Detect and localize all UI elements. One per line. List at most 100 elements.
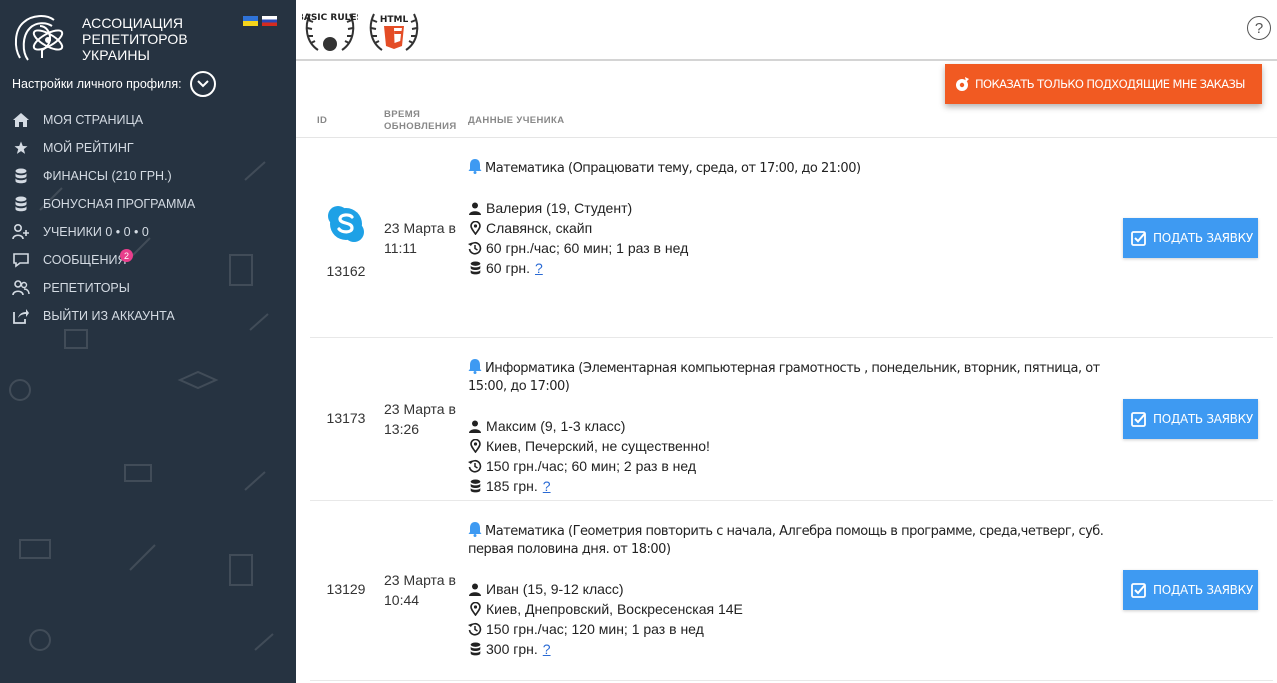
sidebar-menu: Моя страница Мой рейтинг Финансы (210 гр…: [0, 106, 296, 330]
home-icon: [12, 111, 30, 129]
bell-icon: [468, 159, 482, 174]
order-updated-time: 23 Марта в 10:44: [384, 570, 466, 610]
database-icon: [12, 195, 30, 213]
price-info: 185 грн.: [486, 478, 538, 494]
history-icon: [468, 241, 482, 255]
updated-date: 23 Марта в: [384, 401, 456, 417]
html5-badge-icon[interactable]: HTML: [366, 2, 422, 57]
student-line: Валерия (19, Студент): [468, 198, 1113, 218]
student-data: Математика (Опрацювати тему, среда, от 1…: [468, 158, 1113, 278]
sidebar-item-label: Сообщения: [43, 253, 127, 267]
table-row: 13129 23 Марта в 10:44 Математика (Геоме…: [310, 501, 1273, 681]
updated-date: 23 Марта в: [384, 572, 456, 588]
sidebar-item-my-page[interactable]: Моя страница: [0, 106, 296, 134]
profile-settings-label: Настройки личного профиля:: [12, 77, 182, 91]
price-line: 60 грн.?: [468, 258, 1113, 278]
student-info: Иван (15, 9-12 класс): [486, 581, 624, 597]
column-header-updated: Время обновления: [384, 109, 457, 133]
bell-icon: [468, 359, 482, 374]
user-icon: [468, 419, 482, 433]
order-details: Иван (15, 9-12 класс) Киев, Днепровский,…: [468, 579, 1113, 659]
star-icon: [12, 139, 30, 157]
student-info: Максим (9, 1-3 класс): [486, 418, 626, 434]
student-line: Максим (9, 1-3 класс): [468, 416, 1113, 436]
brand-logo[interactable]: Ассоциация репетиторов Украины: [10, 10, 290, 70]
users-icon: [12, 279, 30, 297]
apply-button-label: Подать заявку: [1153, 412, 1253, 426]
schedule-line: 60 грн./час; 60 мин; 1 раз в нед: [468, 238, 1113, 258]
updated-time: 13:26: [384, 421, 420, 437]
brand-line-2: репетиторов: [82, 31, 188, 47]
student-data: Информатика (Элементарная компьютерная г…: [468, 358, 1113, 496]
database-icon: [468, 261, 482, 275]
sidebar-item-logout[interactable]: Выйти из аккаунта: [0, 302, 296, 330]
location-info: Киев, Днепровский, Воскресенская 14Е: [486, 601, 743, 617]
sidebar-item-label: Репетиторы: [43, 281, 130, 295]
price-line: 300 грн.?: [468, 639, 1113, 659]
profile-settings-toggle[interactable]: [189, 71, 216, 97]
map-pin-icon: [468, 221, 482, 235]
sidebar-item-students[interactable]: Ученики 0 • 0 • 0: [0, 218, 296, 246]
sidebar-item-tutors[interactable]: Репетиторы: [0, 274, 296, 302]
refresh-icon: [956, 77, 969, 91]
price-help-link[interactable]: ?: [543, 639, 551, 659]
brand-line-3: Украины: [82, 47, 151, 63]
table-row: 13162 23 Марта в 11:11 Математика (Опрац…: [310, 138, 1273, 338]
apply-button[interactable]: Подать заявку: [1123, 218, 1258, 258]
association-logo-icon: [14, 15, 64, 61]
basic-rules-badge-icon[interactable]: BASIC RULES: [302, 2, 358, 57]
messages-count-badge: 2: [120, 249, 133, 262]
ukrainian-flag-icon[interactable]: [243, 16, 258, 26]
checkbox-icon: [1131, 583, 1146, 598]
schedule-line: 150 грн./час; 120 мин; 1 раз в нед: [468, 619, 1113, 639]
sidebar-item-finances[interactable]: Финансы (210 грн.): [0, 162, 296, 190]
sidebar-item-bonus[interactable]: Бонусная программа: [0, 190, 296, 218]
sidebar-item-messages[interactable]: Сообщения 2: [0, 246, 296, 274]
column-header-updated-line1: Время: [384, 109, 421, 120]
checkbox-icon: [1131, 231, 1146, 246]
updated-time: 11:11: [384, 240, 417, 256]
brand-name: Ассоциация репетиторов Украины: [82, 15, 188, 63]
user-icon: [468, 201, 482, 215]
history-icon: [468, 459, 482, 473]
add-user-icon: [12, 223, 30, 241]
background-doodles: [9, 161, 274, 651]
column-header-updated-line2: обновления: [384, 121, 457, 132]
apply-button[interactable]: Подать заявку: [1123, 570, 1258, 610]
sidebar-item-rating[interactable]: Мой рейтинг: [0, 134, 296, 162]
russian-flag-icon[interactable]: [262, 16, 277, 26]
location-info: Киев, Печерский, не существенно!: [486, 438, 710, 454]
apply-button-label: Подать заявку: [1153, 583, 1253, 597]
price-line: 185 грн.?: [468, 476, 1113, 496]
skype-icon: [328, 206, 364, 242]
sidebar-item-label: Финансы (210 грн.): [43, 169, 172, 183]
order-id: 13129: [326, 581, 366, 597]
profile-settings: Настройки личного профиля:: [12, 71, 216, 97]
order-details: Валерия (19, Студент) Славянск, скайп 60…: [468, 198, 1113, 278]
order-subject-text: Информатика (Элементарная компьютерная г…: [468, 361, 1100, 394]
history-icon: [468, 622, 482, 636]
database-icon: [468, 642, 482, 656]
language-switcher: [243, 16, 277, 26]
help-icon: ?: [1254, 19, 1264, 37]
order-id: 13162: [326, 263, 366, 279]
price-info: 60 грн.: [486, 260, 530, 276]
apply-button[interactable]: Подать заявку: [1123, 399, 1258, 439]
student-line: Иван (15, 9-12 класс): [468, 579, 1113, 599]
location-line: Славянск, скайп: [468, 218, 1113, 238]
order-subject: Математика (Опрацювати тему, среда, от 1…: [468, 158, 1113, 178]
order-subject: Математика (Геометрия повторить с начала…: [468, 521, 1113, 559]
sidebar: Ассоциация репетиторов Украины Настройки…: [0, 0, 296, 683]
show-matching-orders-button[interactable]: Показать только подходящие мне заказы: [945, 64, 1262, 104]
apply-button-label: Подать заявку: [1153, 231, 1253, 245]
help-button[interactable]: ?: [1247, 16, 1271, 40]
student-info: Валерия (19, Студент): [486, 200, 633, 216]
schedule-line: 150 грн./час; 60 мин; 2 раз в нед: [468, 456, 1113, 476]
location-line: Киев, Печерский, не существенно!: [468, 436, 1113, 456]
price-help-link[interactable]: ?: [543, 476, 551, 496]
order-updated-time: 23 Марта в 11:11: [384, 218, 466, 258]
price-help-link[interactable]: ?: [535, 258, 543, 278]
location-line: Киев, Днепровский, Воскресенская 14Е: [468, 599, 1113, 619]
sidebar-item-label: Моя страница: [43, 113, 144, 127]
order-id: 13173: [326, 410, 366, 426]
